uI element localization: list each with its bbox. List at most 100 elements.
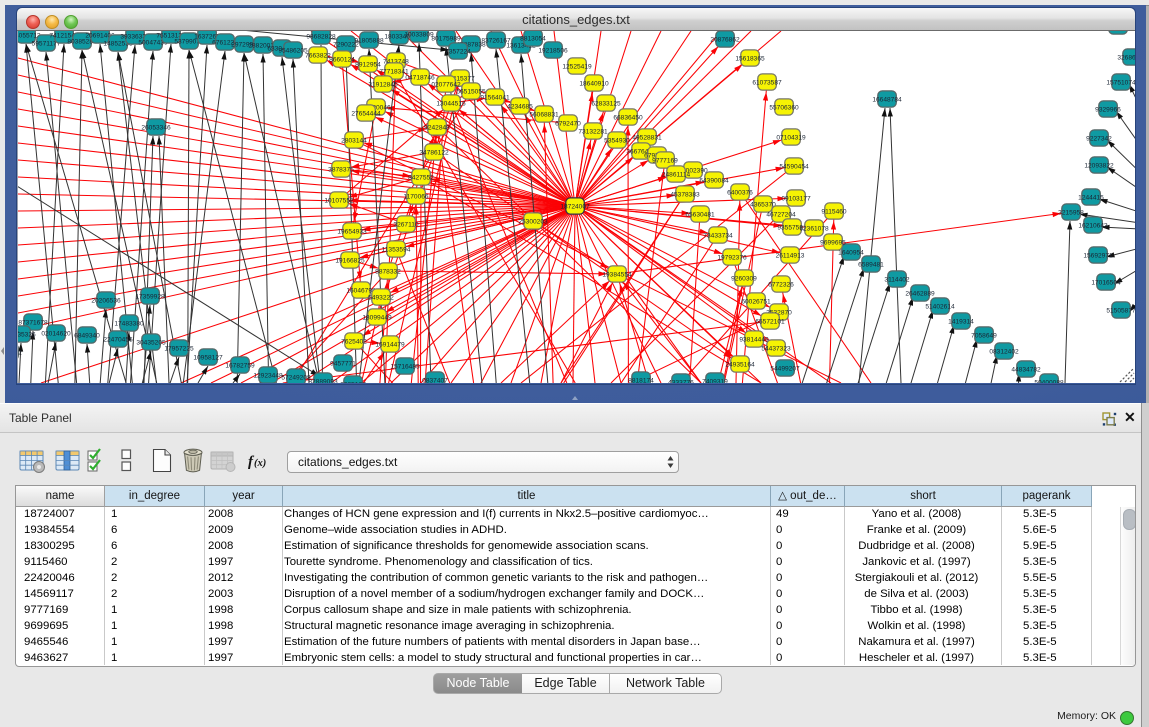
svg-text:9699695: 9699695: [820, 240, 846, 247]
svg-text:51402614: 51402614: [925, 304, 955, 311]
svg-text:56068831: 56068831: [529, 112, 559, 119]
svg-text:19654933: 19654933: [337, 229, 367, 236]
svg-text:07104319: 07104319: [776, 135, 806, 142]
svg-text:(x): (x): [254, 458, 266, 469]
svg-text:91564041: 91564041: [480, 95, 510, 102]
svg-text:1244415: 1244415: [1078, 195, 1104, 202]
svg-text:24861114: 24861114: [662, 172, 691, 179]
svg-text:09103177: 09103177: [781, 196, 811, 203]
svg-text:10033809: 10033809: [404, 32, 434, 39]
svg-text:27654444: 27654444: [351, 111, 381, 118]
svg-text:45378383: 45378383: [670, 192, 700, 199]
svg-text:4333776: 4333776: [668, 380, 694, 383]
svg-text:54590454: 54590454: [779, 164, 809, 171]
svg-text:9457771: 9457771: [330, 361, 356, 368]
svg-text:0025167: 0025167: [340, 382, 366, 383]
svg-text:02014620: 02014620: [41, 331, 71, 338]
svg-text:91805888: 91805888: [354, 38, 384, 45]
svg-text:6849340: 6849340: [74, 333, 100, 340]
svg-text:10958127: 10958127: [193, 355, 223, 362]
svg-text:30435205: 30435205: [136, 340, 166, 347]
svg-text:18724007: 18724007: [560, 204, 590, 211]
svg-text:62361078: 62361078: [799, 226, 829, 233]
svg-text:26114913: 26114913: [776, 253, 805, 260]
svg-text:9260309: 9260309: [731, 276, 757, 283]
svg-text:57249208: 57249208: [281, 375, 311, 382]
svg-text:17483380: 17483380: [114, 321, 144, 328]
svg-text:16914479: 16914479: [375, 342, 405, 349]
svg-text:0837407: 0837407: [422, 378, 448, 383]
svg-text:8878332: 8878332: [375, 269, 401, 276]
svg-text:26462889: 26462889: [905, 291, 935, 298]
svg-text:08312402: 08312402: [989, 349, 1019, 356]
svg-text:15692971: 15692971: [1083, 253, 1113, 260]
svg-text:4234685: 4234685: [507, 104, 533, 111]
svg-text:02077642: 02077642: [431, 82, 461, 89]
svg-text:19792376: 19792376: [717, 255, 747, 262]
svg-text:44834782: 44834782: [1011, 367, 1041, 374]
svg-text:54437323: 54437323: [761, 346, 791, 353]
svg-text:15716485: 15716485: [390, 364, 420, 371]
svg-text:24935164: 24935164: [725, 362, 755, 369]
svg-text:8912954: 8912954: [355, 62, 381, 69]
svg-text:16782759: 16782759: [225, 363, 255, 370]
svg-text:7058649: 7058649: [971, 333, 997, 340]
svg-text:9115460: 9115460: [821, 209, 847, 216]
svg-text:55706360: 55706360: [769, 105, 799, 112]
svg-text:66836450: 66836450: [613, 115, 643, 122]
svg-text:60026751: 60026751: [741, 299, 771, 306]
svg-text:12525419: 12525419: [562, 64, 592, 71]
svg-text:5493222: 5493222: [368, 295, 394, 302]
svg-text:6589481: 6589481: [858, 262, 884, 269]
svg-text:20206536: 20206536: [91, 298, 121, 305]
svg-text:9329966: 9329966: [1095, 107, 1121, 114]
svg-text:15751074: 15751074: [1106, 80, 1135, 87]
svg-text:7663822: 7663822: [305, 53, 331, 60]
svg-text:17359928: 17359928: [135, 294, 165, 301]
svg-text:73433734: 73433734: [703, 233, 733, 240]
svg-text:51505877: 51505877: [1106, 308, 1135, 315]
svg-text:15618365: 15618365: [735, 56, 765, 63]
svg-text:04718746: 04718746: [405, 75, 435, 82]
svg-text:3114402: 3114402: [884, 277, 910, 284]
svg-text:13044516: 13044516: [436, 101, 466, 108]
svg-text:9777169: 9777169: [652, 158, 678, 165]
svg-text:18099449: 18099449: [362, 315, 392, 322]
svg-text:3267110: 3267110: [393, 222, 419, 229]
svg-text:9227342: 9227342: [1086, 136, 1112, 143]
svg-text:1170066: 1170066: [403, 194, 429, 201]
svg-text:8660124: 8660124: [329, 57, 355, 64]
svg-text:50400088: 50400088: [1034, 380, 1064, 383]
svg-text:8427552: 8427552: [408, 175, 434, 182]
svg-text:11353594: 11353594: [382, 247, 411, 254]
svg-text:9242848: 9242848: [424, 125, 450, 132]
svg-text:46727204: 46727204: [766, 212, 796, 219]
svg-text:34786122: 34786122: [419, 150, 449, 157]
svg-text:2803144: 2803144: [341, 138, 367, 145]
svg-text:31912845: 31912845: [368, 82, 398, 89]
svg-text:62833125: 62833125: [591, 101, 621, 108]
svg-text:32686563: 32686563: [1117, 55, 1135, 62]
svg-text:17016504: 17016504: [1091, 280, 1121, 287]
svg-text:49528831: 49528831: [632, 135, 662, 142]
svg-text:5354930: 5354930: [604, 138, 630, 145]
svg-text:19166825: 19166825: [335, 258, 365, 265]
svg-text:8818174: 8818174: [628, 378, 654, 383]
svg-text:3878375: 3878375: [328, 167, 354, 174]
svg-text:8813054: 8813054: [520, 36, 546, 43]
svg-text:22470455: 22470455: [103, 337, 133, 344]
svg-text:73132281: 73132281: [578, 129, 608, 136]
svg-text:7409319: 7409319: [702, 379, 728, 383]
svg-text:93814449: 93814449: [739, 337, 769, 344]
svg-text:4431982: 4431982: [18, 350, 22, 357]
svg-text:65630481: 65630481: [685, 212, 715, 219]
svg-text:64390084: 64390084: [699, 178, 729, 185]
svg-text:12923448: 12923448: [253, 373, 283, 380]
svg-text:6772326: 6772326: [768, 282, 794, 289]
svg-text:20876862: 20876862: [710, 37, 740, 44]
svg-text:82889093: 82889093: [308, 379, 338, 383]
svg-text:54499207: 54499207: [770, 366, 800, 373]
svg-text:84335326: 84335326: [18, 332, 36, 339]
svg-text:6400376: 6400376: [727, 190, 753, 197]
svg-text:95486205: 95486205: [278, 48, 308, 55]
